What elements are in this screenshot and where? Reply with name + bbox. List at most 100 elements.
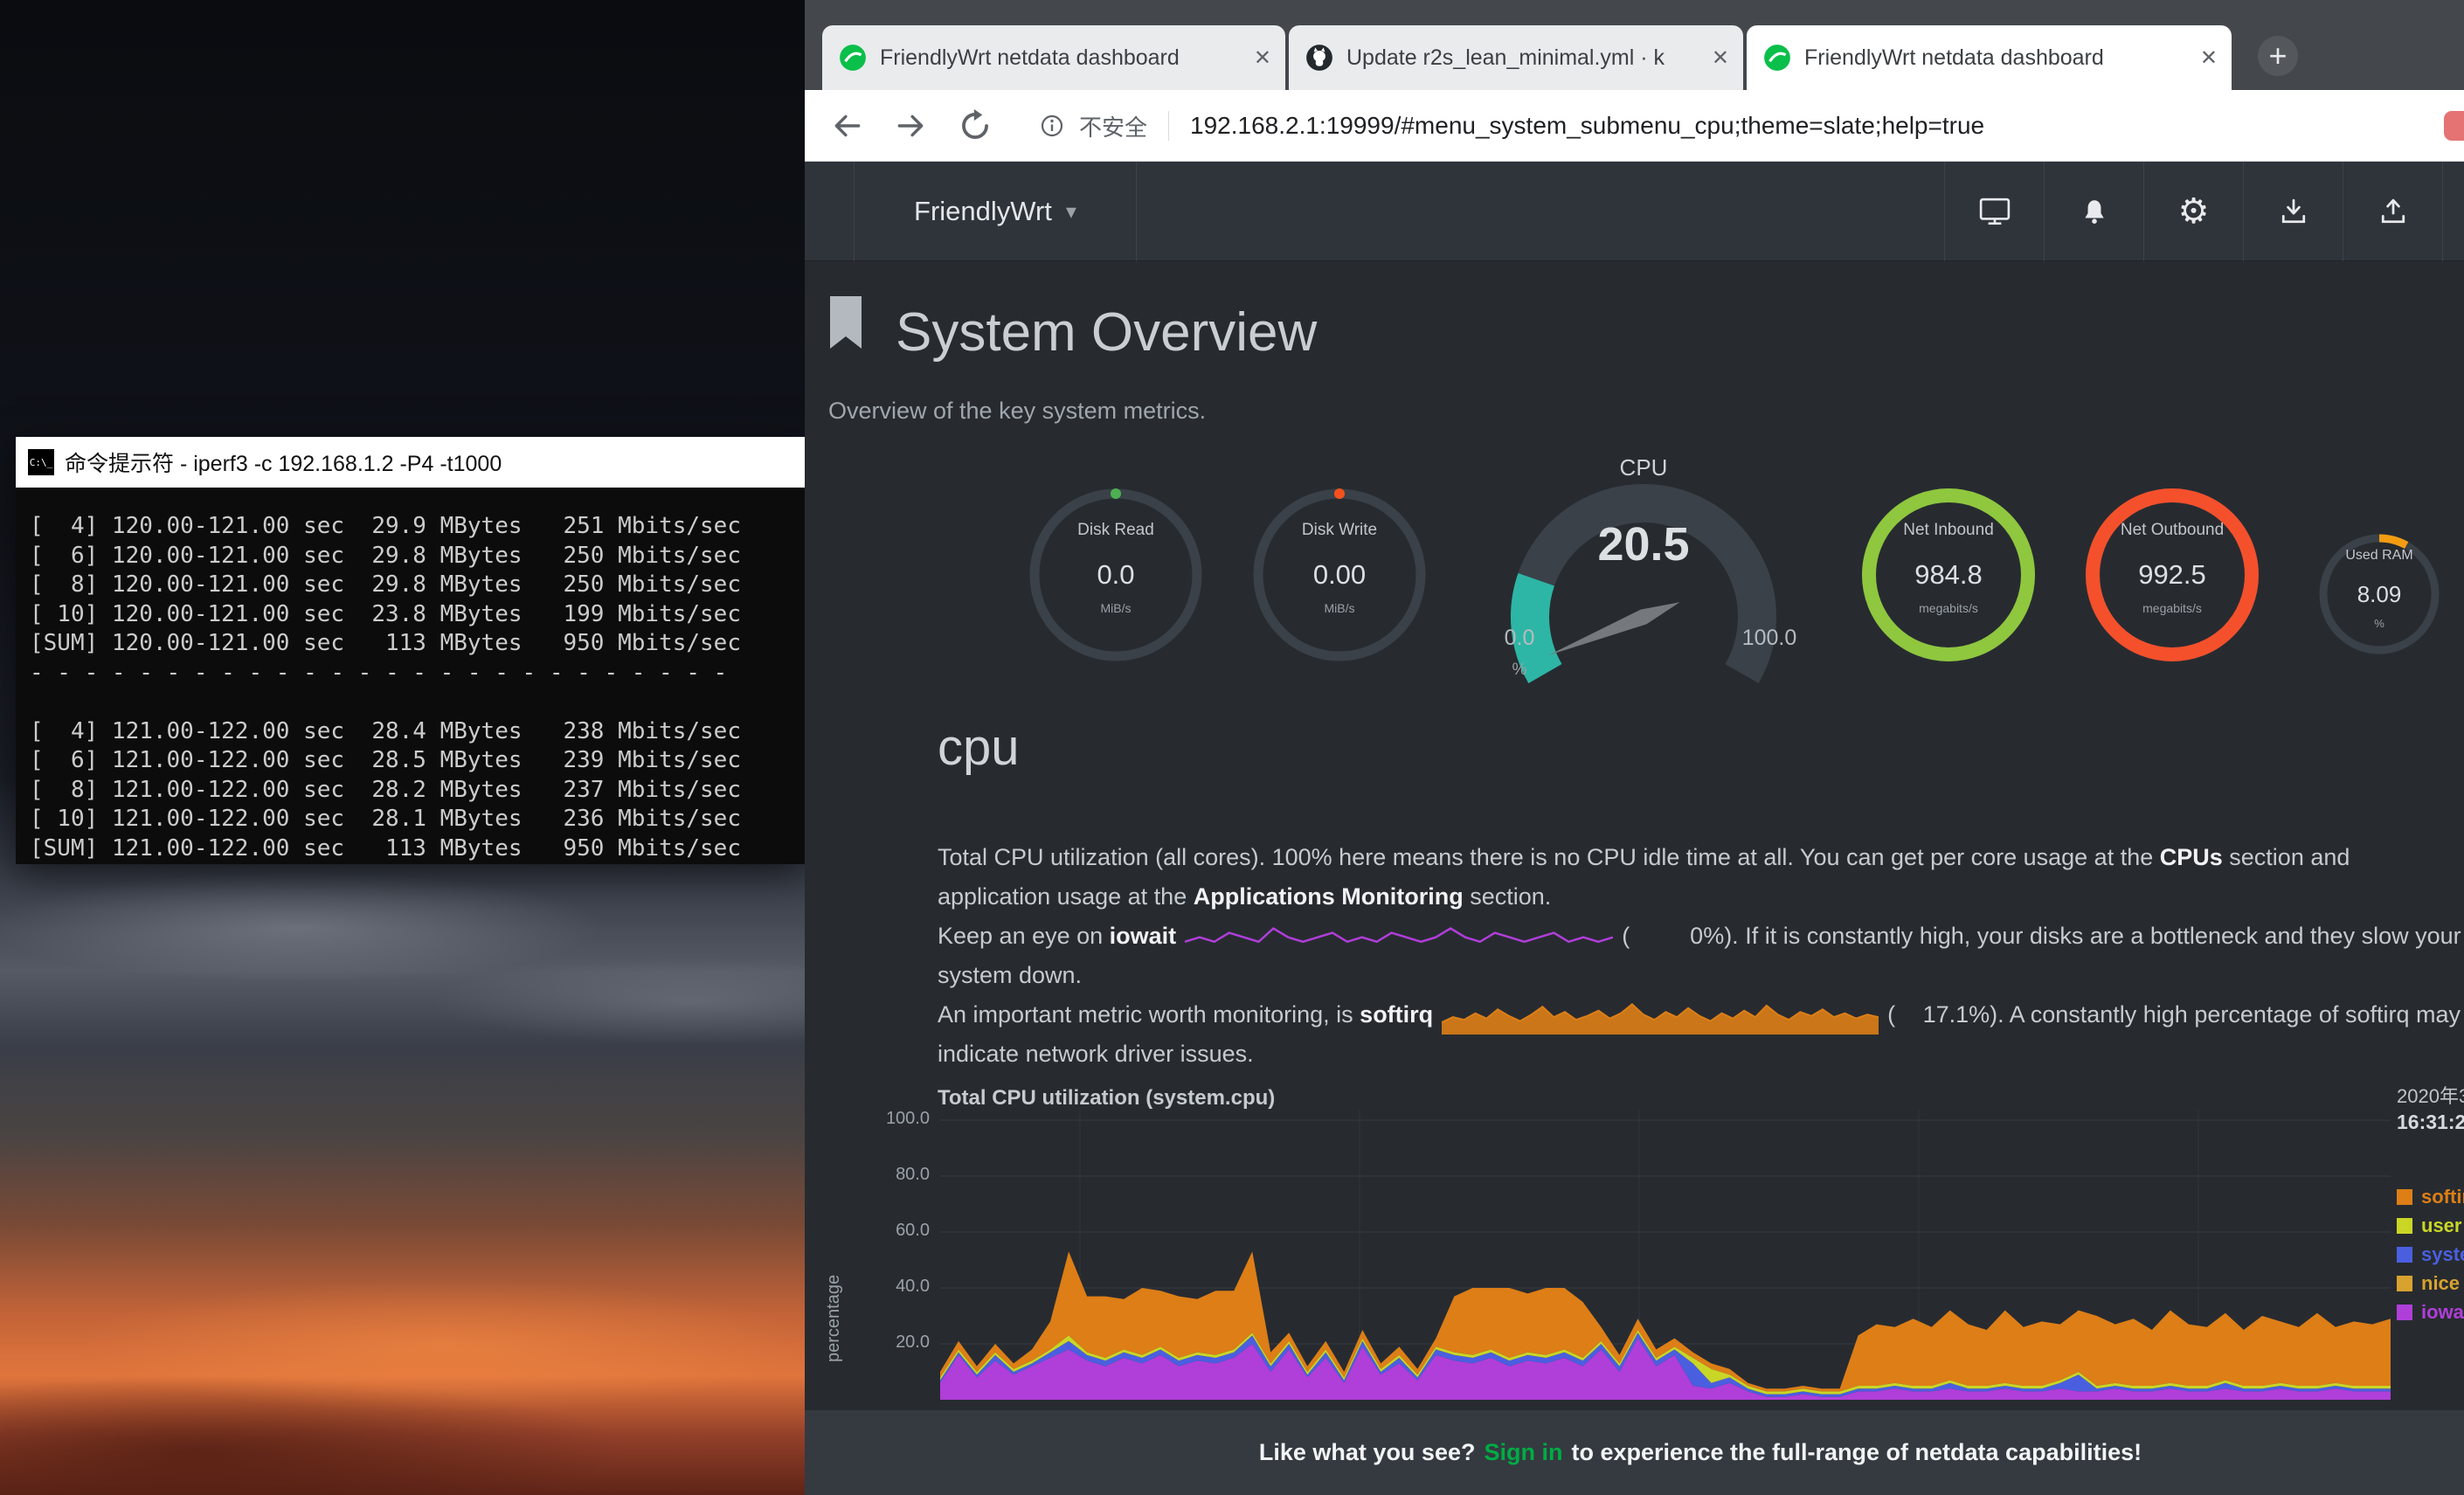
legend-item-softirq[interactable]: softirq bbox=[2397, 1182, 2464, 1211]
text: section. bbox=[1464, 883, 1552, 910]
profile-avatar[interactable] bbox=[2444, 111, 2464, 141]
security-label[interactable]: 不安全 bbox=[1079, 110, 1147, 142]
display-icon bbox=[1979, 197, 2011, 225]
header-icon-bar: ⚙ bbox=[1944, 162, 2443, 261]
gauge-unit: MiB/s bbox=[1028, 601, 1203, 615]
settings-button[interactable]: ⚙ bbox=[2143, 162, 2243, 261]
close-icon[interactable]: ✕ bbox=[1254, 45, 1271, 71]
display-button[interactable] bbox=[1944, 162, 2044, 261]
brand-dropdown[interactable]: FriendlyWrt ▾ bbox=[854, 162, 1137, 261]
legend-label: system bbox=[2421, 1243, 2464, 1266]
tab-github[interactable]: Update r2s_lean_minimal.yml · k ✕ bbox=[1289, 25, 1743, 90]
import-button[interactable] bbox=[2243, 162, 2343, 261]
gauge-unit: megabits/s bbox=[2085, 601, 2260, 615]
tab-netdata-1[interactable]: FriendlyWrt netdata dashboard ✕ bbox=[822, 25, 1285, 90]
close-icon[interactable]: ✕ bbox=[2200, 45, 2218, 71]
netdata-page: System Overview Overview of the key syst… bbox=[805, 261, 2464, 1410]
gauge-value: 984.8 bbox=[1861, 559, 2036, 591]
signin-link[interactable]: Sign in bbox=[1484, 1439, 1562, 1466]
back-icon[interactable] bbox=[831, 109, 864, 142]
text-line: Total CPU utilization (all cores). 100% … bbox=[938, 838, 2461, 877]
gear-icon: ⚙ bbox=[2178, 191, 2210, 232]
download-icon bbox=[2280, 197, 2308, 225]
tab-label: Update r2s_lean_minimal.yml · k bbox=[1346, 45, 1694, 71]
y-axis-label: percentage bbox=[824, 1170, 844, 1362]
cpu-utilization-chart[interactable] bbox=[940, 1110, 2391, 1400]
reload-icon[interactable] bbox=[959, 109, 992, 142]
applications-monitoring-link[interactable]: Applications Monitoring bbox=[1194, 883, 1464, 910]
section-heading-cpu: cpu bbox=[938, 718, 1020, 777]
desktop: C:\_ 命令提示符 - iperf3 -c 192.168.1.2 -P4 -… bbox=[0, 0, 2464, 1495]
iowait-sparkline[interactable] bbox=[1185, 922, 1613, 953]
text-line: application usage at the Applications Mo… bbox=[938, 877, 2461, 917]
softirq-sparkline[interactable] bbox=[1442, 997, 1879, 1035]
y-tick: 60.0 bbox=[853, 1221, 930, 1241]
console-icon: C:\_ bbox=[28, 449, 54, 475]
tab-netdata-2-active[interactable]: FriendlyWrt netdata dashboard ✕ bbox=[1747, 25, 2232, 90]
netdata-favicon bbox=[838, 43, 868, 73]
text-line: indicate network driver issues. bbox=[938, 1035, 2461, 1074]
gauge-net-outbound[interactable]: Net Outbound 992.5 megabits/s bbox=[2085, 488, 2260, 662]
gauge-title: Net Inbound bbox=[1861, 521, 2036, 540]
text: Keep an eye on bbox=[938, 923, 1110, 949]
text: section and bbox=[2223, 844, 2350, 870]
gauge-used-ram[interactable]: Used RAM 8.09 % bbox=[2318, 533, 2440, 655]
softirq-term: softirq bbox=[1360, 1001, 1433, 1028]
chart-time: 16:31:25 bbox=[2397, 1111, 2464, 1134]
omnibox[interactable]: 不安全 192.168.2.1:19999/#menu_system_subme… bbox=[1039, 90, 1984, 162]
cpu-gauge-arc bbox=[1478, 479, 1809, 689]
legend-swatch bbox=[2397, 1305, 2412, 1320]
new-tab-button[interactable]: + bbox=[2258, 36, 2298, 76]
legend-label: nice bbox=[2421, 1272, 2460, 1295]
close-icon[interactable]: ✕ bbox=[1712, 45, 1729, 71]
gauge-disk-write[interactable]: Disk Write 0.00 MiB/s bbox=[1252, 488, 1427, 662]
terminal-titlebar[interactable]: C:\_ 命令提示符 - iperf3 -c 192.168.1.2 -P4 -… bbox=[16, 437, 805, 488]
url-text[interactable]: 192.168.2.1:19999/#menu_system_submenu_c… bbox=[1190, 112, 1984, 140]
info-icon[interactable] bbox=[1039, 113, 1065, 139]
y-tick: 100.0 bbox=[853, 1109, 930, 1129]
page-title: System Overview bbox=[896, 301, 1317, 363]
gauge-value: 20.5 bbox=[1478, 517, 1809, 571]
netdata-header: FriendlyWrt ▾ bbox=[805, 162, 2464, 261]
terminal-output: [ 4] 120.00-121.00 sec 29.9 MBytes 251 M… bbox=[16, 488, 805, 864]
gauge-cpu[interactable]: CPU 20.5 0.0 100.0 % bbox=[1478, 453, 1809, 694]
chart-date: 2020年3月21日 bbox=[2397, 1081, 2464, 1109]
github-favicon bbox=[1305, 43, 1334, 73]
legend-item-nice[interactable]: nice bbox=[2397, 1269, 2464, 1298]
signin-text-suffix: to experience the full-range of netdata … bbox=[1571, 1439, 2142, 1466]
legend-label: user bbox=[2421, 1215, 2461, 1237]
y-tick: 20.0 bbox=[853, 1332, 930, 1353]
signin-bar: Like what you see? Sign in to experience… bbox=[805, 1410, 2464, 1495]
gauge-value: 0.0 bbox=[1028, 559, 1203, 591]
legend-label: softirq bbox=[2421, 1186, 2464, 1208]
cpus-link[interactable]: CPUs bbox=[2160, 844, 2223, 870]
gauge-title: Disk Write bbox=[1252, 521, 1427, 540]
gauge-unit: % bbox=[2318, 617, 2440, 630]
gauge-disk-read[interactable]: Disk Read 0.0 MiB/s bbox=[1028, 488, 1203, 662]
gauge-title: Used RAM bbox=[2318, 548, 2440, 564]
legend-item-iowait[interactable]: iowait bbox=[2397, 1298, 2464, 1326]
gauge-value: 992.5 bbox=[2085, 559, 2260, 591]
upload-icon bbox=[2379, 197, 2407, 225]
page-subtitle: Overview of the key system metrics. bbox=[828, 398, 1206, 425]
terminal-window[interactable]: C:\_ 命令提示符 - iperf3 -c 192.168.1.2 -P4 -… bbox=[16, 437, 805, 864]
export-button[interactable] bbox=[2343, 162, 2442, 261]
gauge-value: 8.09 bbox=[2318, 581, 2440, 608]
y-tick: 40.0 bbox=[853, 1277, 930, 1297]
text: ( bbox=[1622, 923, 1630, 949]
text: application usage at the bbox=[938, 883, 1194, 910]
legend-item-system[interactable]: system bbox=[2397, 1240, 2464, 1269]
tab-label: FriendlyWrt netdata dashboard bbox=[880, 45, 1236, 71]
gauge-max: 100.0 bbox=[1721, 626, 1817, 651]
browser-toolbar: 不安全 192.168.2.1:19999/#menu_system_subme… bbox=[805, 90, 2464, 162]
gauge-net-inbound[interactable]: Net Inbound 984.8 megabits/s bbox=[1861, 488, 2036, 662]
legend-swatch bbox=[2397, 1189, 2412, 1205]
legend-label: iowait bbox=[2421, 1301, 2464, 1324]
legend-item-user[interactable]: user bbox=[2397, 1211, 2464, 1240]
chevron-down-icon: ▾ bbox=[1066, 199, 1076, 225]
cpu-description: Total CPU utilization (all cores). 100% … bbox=[938, 838, 2461, 1074]
alerts-button[interactable] bbox=[2044, 162, 2143, 261]
text: An important metric worth monitoring, is bbox=[938, 1001, 1360, 1028]
legend-swatch bbox=[2397, 1218, 2412, 1234]
forward-icon[interactable] bbox=[894, 109, 927, 142]
